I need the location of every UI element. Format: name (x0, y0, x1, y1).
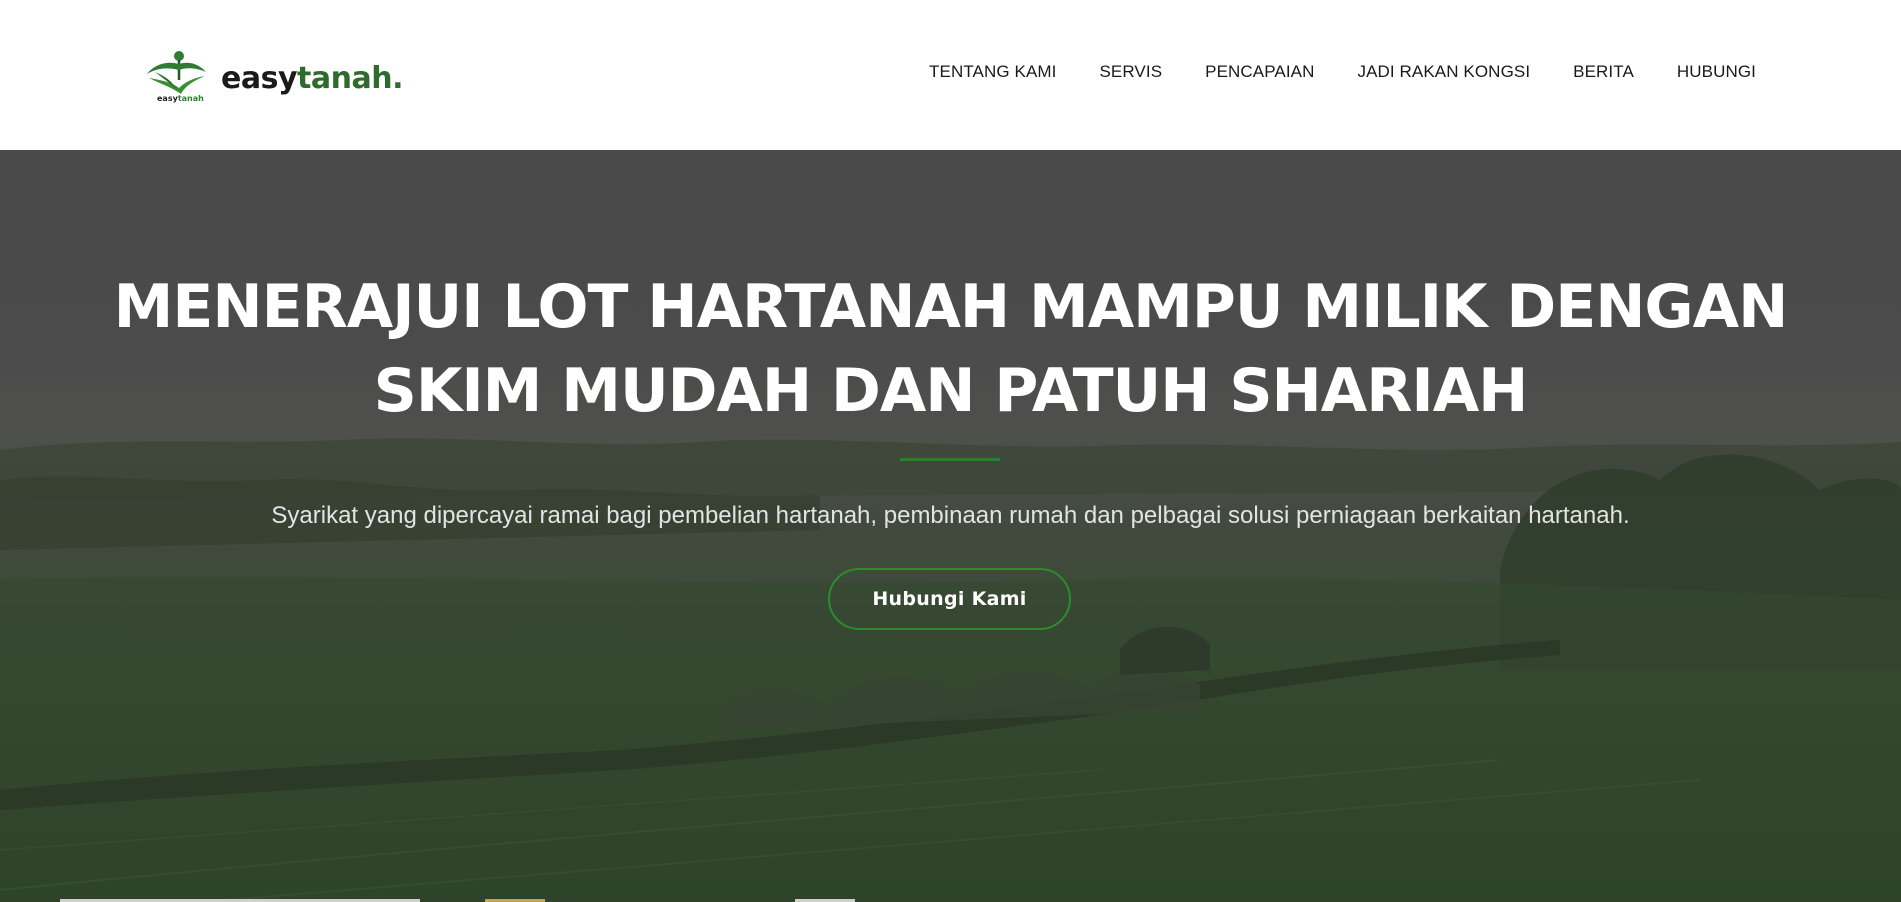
hero-subtitle: Syarikat yang dipercayai ramai bagi pemb… (271, 502, 1630, 529)
hero-headline-line1: MENERAJUI LOT HARTANAH MAMPU MILIK DENGA… (113, 272, 1789, 342)
nav-item-servis[interactable]: SERVIS (1099, 62, 1162, 82)
contact-us-button[interactable]: Hubungi Kami (828, 568, 1071, 630)
logo-mark-icon: easytanah (145, 50, 207, 106)
nav-item-berita[interactable]: BERITA (1573, 62, 1634, 82)
nav-item-tentang-kami[interactable]: TENTANG KAMI (929, 62, 1056, 82)
logo-small-text: easytanah (157, 94, 204, 103)
nav-item-hubungi[interactable]: HUBUNGI (1677, 62, 1756, 82)
hero-divider (900, 458, 1000, 461)
hero-headline-line2: SKIM MUDAH DAN PATUH SHARIAH (373, 356, 1529, 426)
hero-section: MENERAJUI LOT HARTANAH MAMPU MILIK DENGA… (0, 150, 1901, 902)
nav-item-jadi-rakan-kongsi[interactable]: JADI RAKAN KONGSI (1357, 62, 1530, 82)
main-nav: TENTANG KAMI SERVIS PENCAPAIAN JADI RAKA… (929, 62, 1756, 82)
nav-item-pencapaian[interactable]: PENCAPAIAN (1205, 62, 1314, 82)
site-logo[interactable]: easytanah easytanah. (145, 50, 403, 106)
site-header: easytanah easytanah. TENTANG KAMI SERVIS… (0, 0, 1901, 150)
logo-wordmark: easytanah. (221, 60, 403, 96)
hero-headline: MENERAJUI LOT HARTANAH MAMPU MILIK DENGA… (0, 265, 1901, 433)
